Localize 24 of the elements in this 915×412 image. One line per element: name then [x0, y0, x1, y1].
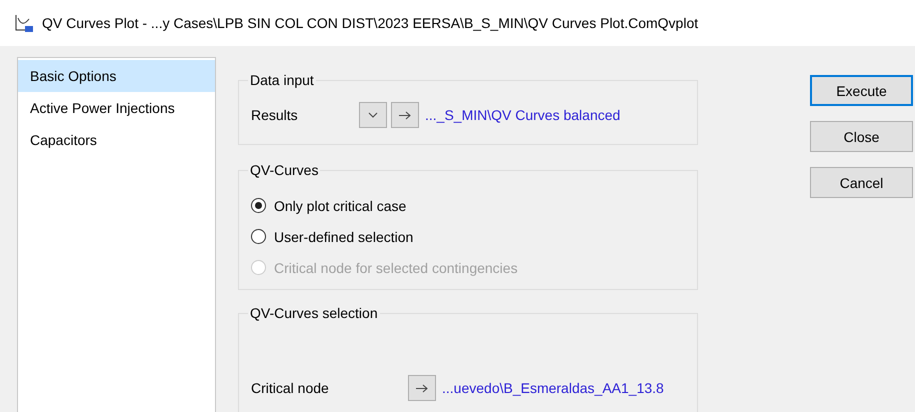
dialog-button[interactable]: Execute — [810, 75, 913, 106]
arrow-right-icon — [416, 384, 428, 392]
group-title: Data input — [249, 72, 315, 88]
radio-label[interactable]: User-defined selection — [274, 228, 414, 244]
field-label: Critical node — [251, 380, 330, 396]
link-text[interactable]: ...uevedo\B_Esmeraldas_AA1_13.8 — [442, 380, 664, 396]
sidebar-item[interactable]: Active Power Injections — [18, 92, 215, 124]
radio-button[interactable] — [251, 229, 266, 244]
jump-button[interactable] — [391, 102, 419, 128]
radio-label[interactable]: Only plot critical case — [274, 198, 406, 214]
sidebar-item[interactable]: Capacitors — [18, 124, 215, 156]
field-label: Results — [251, 107, 299, 123]
app-icon — [14, 13, 34, 33]
jump-button[interactable] — [408, 375, 436, 401]
window-title: QV Curves Plot - ...y Cases\LPB SIN COL CON DIST\2023 EERSA\B_S_MIN\QV Curves Plot.ComQvplot — [42, 15, 698, 31]
dialog-button[interactable]: Close — [810, 121, 913, 152]
sidebar-item[interactable]: Basic Options — [18, 60, 215, 92]
radio-button[interactable] — [251, 198, 266, 213]
group-title: QV-Curves — [249, 162, 320, 178]
chevron-down-icon — [368, 112, 378, 118]
dialog-button[interactable]: Cancel — [810, 167, 913, 198]
link-text[interactable]: ..._S_MIN\QV Curves balanced — [425, 107, 620, 123]
arrow-right-icon — [399, 110, 411, 120]
group-title: QV-Curves selection — [249, 305, 379, 321]
